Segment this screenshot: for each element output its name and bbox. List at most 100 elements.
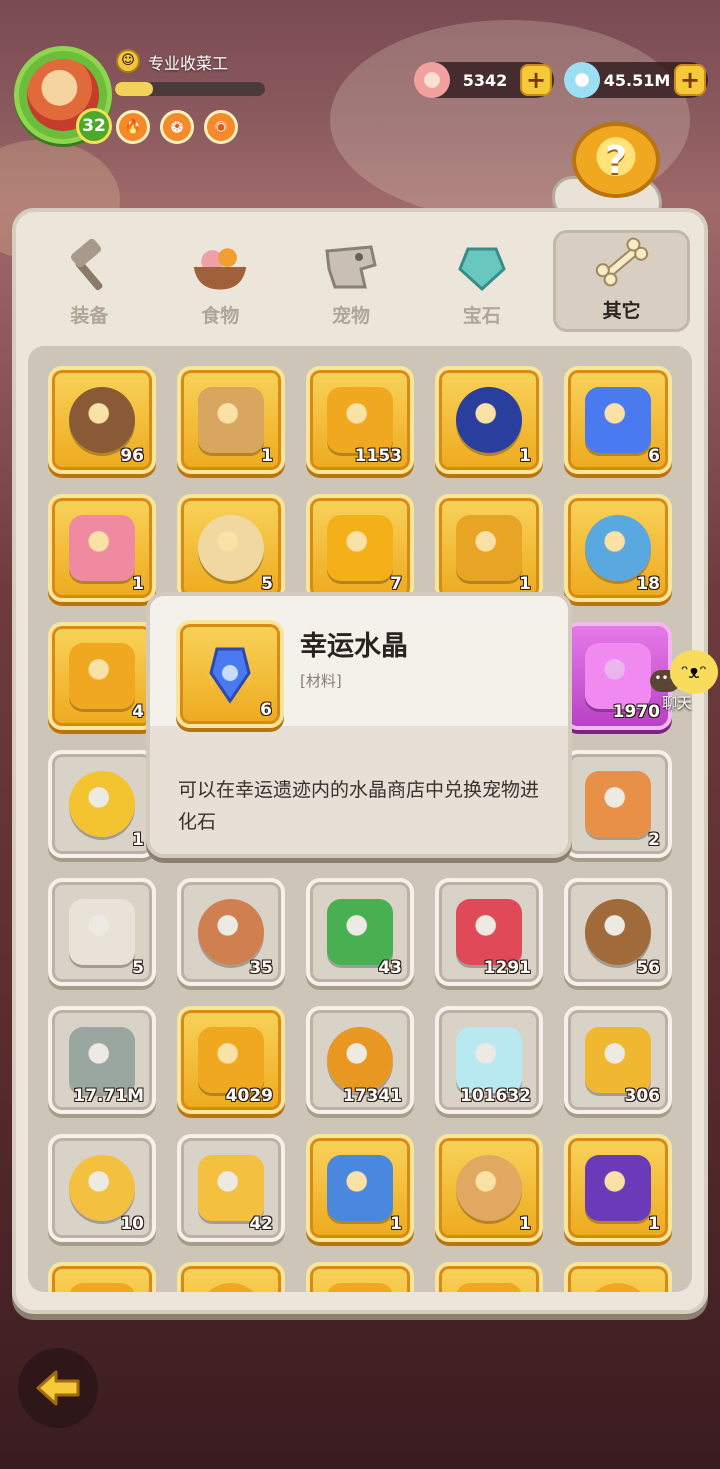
tab-label: 食物 [201,305,240,327]
item-slot[interactable]: 17341 [306,1006,414,1114]
add-shell-button[interactable]: + [520,64,552,96]
item-slot[interactable] [48,1262,156,1292]
item-slot[interactable]: 2 [564,750,672,858]
level-badge: 32 [76,108,112,144]
item-slot[interactable]: 17.71M [48,1006,156,1114]
tooltip-description: 可以在幸运遗迹内的水晶商店中兑换宠物进化石 [178,779,540,833]
hammer-icon [59,239,119,295]
chat-face-icon: ᵔᴥᵔ [670,650,718,694]
dice-icon [69,899,135,965]
shell-coin-icon [69,643,135,709]
item-slot[interactable]: 1 [306,1134,414,1242]
gem-icon [452,239,512,295]
item-slot[interactable]: 43 [306,878,414,986]
sonic-card-icon [456,387,522,453]
item-slot[interactable]: 101632 [435,1006,543,1114]
item-count: 1153 [354,446,402,466]
item-slot[interactable]: 6 [564,366,672,474]
item-slot[interactable]: 96 [48,366,156,474]
tooltip-title: 幸运水晶 [300,631,408,662]
tab-gem[interactable]: 宝石 [416,222,547,338]
partial-item [456,1283,522,1292]
paw-ticket-icon [198,899,264,965]
item-count: 4029 [225,1086,273,1106]
add-crystal-button[interactable]: + [674,64,706,96]
item-count: 1 [519,574,531,594]
back-arrow-icon [36,1370,80,1406]
lucky-crystal-icon [585,387,651,453]
chat-button[interactable]: ••• ᵔᴥᵔ 聊天 [650,650,720,720]
tab-label: 其它 [602,300,641,322]
item-slot[interactable] [564,1262,672,1292]
category-tabs: 装备 食物 宠物 宝石 其它 [24,222,696,338]
golden-rose-icon [69,771,135,837]
item-slot[interactable]: 7 [306,494,414,602]
item-slot[interactable]: 4029 [177,1006,285,1114]
item-count: 96 [120,446,144,466]
chick-pie-icon [198,1155,264,1221]
tooltip-item-count: 6 [260,700,272,720]
mask-chest-icon [585,1027,651,1093]
item-count: 56 [636,958,660,978]
item-count: 1 [519,1214,531,1234]
item-slot[interactable]: 10 [48,1134,156,1242]
item-slot[interactable] [306,1262,414,1292]
shell-gem-icon [414,62,450,98]
sonic-photo-icon [327,1155,393,1221]
item-slot[interactable]: 18 [564,494,672,602]
item-slot[interactable] [435,1262,543,1292]
partial-item [198,1283,264,1292]
tab-other[interactable]: 其它 [553,230,690,332]
item-slot[interactable] [177,1262,285,1292]
tab-pet[interactable]: 宠物 [286,222,417,338]
tooltip-type: [材料] [300,672,342,690]
tab-food[interactable]: 食物 [155,222,286,338]
item-slot[interactable]: 5 [177,494,285,602]
neon-photo-icon [585,1155,651,1221]
scroll-map-icon [198,515,264,581]
item-count: 1 [390,1214,402,1234]
item-count: 7 [390,574,402,594]
item-count: 35 [249,958,273,978]
crystal-clam-icon [564,62,600,98]
back-button[interactable] [18,1348,98,1428]
player-title: 专业收菜工 [148,54,229,73]
tab-label: 宠物 [331,305,370,327]
item-slot[interactable]: 4 [48,622,156,730]
item-slot[interactable]: 1 [564,1134,672,1242]
item-slot[interactable]: 56 [564,878,672,986]
crystal-currency: 45.51M + [564,62,708,98]
item-slot[interactable]: 1153 [306,366,414,474]
item-count: 43 [378,958,402,978]
item-slot[interactable]: 1 [48,494,156,602]
item-slot[interactable]: 1 [435,494,543,602]
item-count: 1 [132,830,144,850]
tab-equipment[interactable]: 装备 [24,222,155,338]
desert-photo-icon [456,1155,522,1221]
title-emoji-icon: ☺ [116,49,140,73]
red-ticket-icon [456,899,522,965]
orange-scroll-icon [585,771,651,837]
spiral-stone-icon [69,1027,135,1093]
item-slot[interactable]: 1 [48,750,156,858]
chat-label: 聊天 [662,694,693,712]
item-slot[interactable]: 1 [177,366,285,474]
item-slot[interactable]: 5 [48,878,156,986]
item-slot[interactable]: 42 [177,1134,285,1242]
item-count: 1291 [483,958,531,978]
item-slot[interactable]: 306 [564,1006,672,1114]
tab-label: 装备 [70,305,109,327]
meat-badge-icon[interactable]: ◉ [204,110,238,144]
item-slot[interactable]: 1 [435,366,543,474]
gold-rune-coin-icon [198,1027,264,1093]
partial-item [585,1283,651,1292]
treasure-chest-icon [69,387,135,453]
help-question-icon[interactable]: ? [572,122,660,198]
item-slot[interactable]: 1 [435,1134,543,1242]
fire-badge-icon[interactable]: 🔥 [116,110,150,144]
item-count: 1 [261,446,273,466]
item-slot[interactable]: 1291 [435,878,543,986]
item-slot[interactable]: 35 [177,878,285,986]
beast-coin-icon [327,1027,393,1093]
strength-badge-icon[interactable]: ☀ [160,110,194,144]
